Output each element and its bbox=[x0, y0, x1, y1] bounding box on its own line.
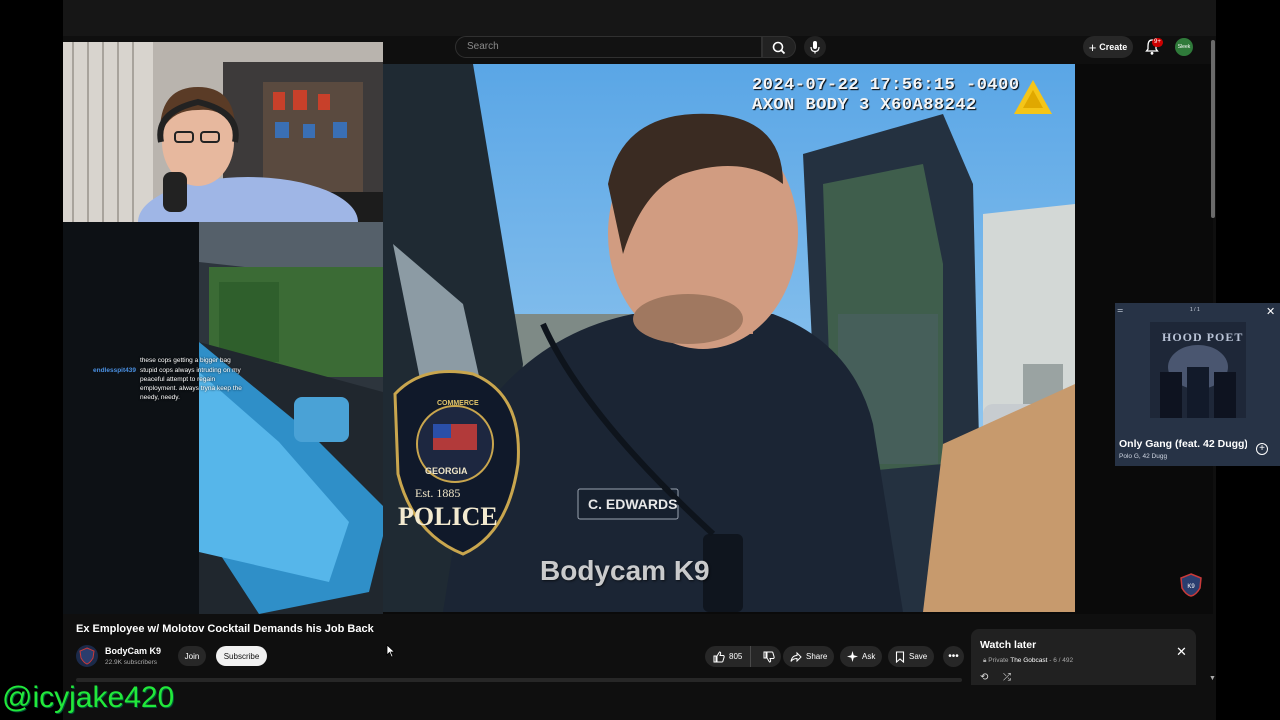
patch-top-text: COMMERCE bbox=[437, 400, 479, 407]
officer-nameplate: C. EDWARDS bbox=[588, 496, 678, 512]
thumbs-down-icon bbox=[763, 651, 776, 663]
album-art: HOOD POET bbox=[1150, 322, 1246, 418]
more-icon: ••• bbox=[948, 651, 959, 662]
subscriber-count: 22.9K subscribers bbox=[105, 659, 158, 666]
chat-message: endlesspit439 stupid cops always intrudi… bbox=[74, 366, 249, 402]
search-input[interactable] bbox=[455, 36, 762, 58]
mouse-cursor-icon bbox=[386, 644, 396, 658]
add-to-library-icon[interactable]: + bbox=[1256, 443, 1268, 455]
video-left-extension bbox=[199, 222, 383, 614]
share-button[interactable]: Share bbox=[783, 646, 835, 667]
patch-year-text: Est. 1885 bbox=[415, 486, 461, 500]
playlist-position: - 6 / 492 bbox=[1049, 657, 1074, 664]
shoulder-patch: COMMERCE GEORGIA Est. 1885 POLICE bbox=[395, 394, 525, 564]
subscribe-label: Subscribe bbox=[223, 651, 260, 661]
track-artist: Polo G, 42 Dugg bbox=[1119, 453, 1168, 460]
bodycam-device-id: AXON BODY 3 X60A88242 bbox=[752, 96, 977, 115]
avatar-label: Sleek bbox=[1177, 44, 1191, 50]
plus-icon: + bbox=[1088, 39, 1097, 55]
playlist-title[interactable]: Watch later bbox=[980, 639, 1036, 651]
share-icon bbox=[790, 651, 802, 662]
like-button[interactable]: 805 bbox=[705, 646, 752, 667]
search-placeholder: Search bbox=[467, 41, 499, 52]
like-dislike-group: 805 bbox=[705, 646, 781, 667]
channel-watermark-icon[interactable]: K9 bbox=[1178, 572, 1204, 598]
search-icon bbox=[772, 41, 786, 55]
create-button[interactable]: + Create bbox=[1083, 36, 1133, 58]
stream-chat: these cops getting a bigger bag endlessp… bbox=[74, 356, 249, 403]
chat-text: these cops getting a bigger bag bbox=[140, 357, 231, 364]
video-title: Ex Employee w/ Molotov Cocktail Demands … bbox=[76, 623, 374, 635]
svg-text:K9: K9 bbox=[1187, 584, 1195, 590]
channel-name[interactable]: BodyCam K9 bbox=[105, 646, 161, 656]
streamer-handle: @icyjake420 bbox=[2, 681, 175, 714]
like-count: 805 bbox=[729, 652, 743, 661]
join-label: Join bbox=[184, 651, 200, 661]
patch-state-text: GEORGIA bbox=[425, 466, 468, 476]
channel-avatar[interactable] bbox=[76, 645, 98, 667]
close-icon[interactable]: ✕ bbox=[1266, 305, 1275, 318]
page-scrollbar[interactable] bbox=[1211, 40, 1215, 218]
sliders-icon[interactable]: ⚌ bbox=[1117, 306, 1123, 314]
notification-badge: 9+ bbox=[1152, 38, 1163, 47]
bodycam-timestamp: 2024-07-22 17:56:15 -0400 bbox=[752, 76, 1020, 95]
mini-player-counter: 1 / 1 bbox=[1190, 307, 1200, 313]
album-art-text: HOOD POET bbox=[1162, 330, 1244, 344]
playlist-meta: 🔒︎ Private The Gobcast - 6 / 492 bbox=[983, 657, 1073, 665]
search-button[interactable] bbox=[762, 36, 796, 58]
playlist-privacy: Private bbox=[988, 657, 1009, 664]
patch-police-text: POLICE bbox=[398, 502, 498, 531]
sparkle-icon bbox=[847, 651, 858, 662]
thumbs-up-icon bbox=[713, 650, 725, 662]
streamer-webcam bbox=[63, 42, 383, 222]
ask-label: Ask bbox=[862, 652, 876, 661]
voice-search-button[interactable] bbox=[804, 36, 826, 58]
lock-icon: 🔒︎ bbox=[983, 657, 987, 664]
chat-text: stupid cops always intruding on my peace… bbox=[140, 367, 242, 401]
description-divider bbox=[76, 678, 962, 682]
bodycam-overlay: 2024-07-22 17:56:15 -0400 AXON BODY 3 X6… bbox=[752, 76, 1020, 116]
save-label: Save bbox=[909, 652, 928, 661]
loop-icon[interactable]: ⟲ bbox=[980, 672, 988, 683]
ask-button[interactable]: Ask bbox=[840, 646, 883, 667]
video-watermark: Bodycam K9 bbox=[540, 555, 710, 586]
account-avatar[interactable]: Sleek bbox=[1175, 38, 1193, 56]
browser-top-strip bbox=[63, 0, 1216, 36]
chat-username: endlesspit439 bbox=[93, 367, 136, 374]
shuffle-icon[interactable]: ⤮ bbox=[1003, 672, 1011, 683]
share-label: Share bbox=[806, 652, 828, 661]
axon-logo-icon bbox=[1014, 80, 1052, 114]
create-label: Create bbox=[1099, 42, 1128, 52]
join-button[interactable]: Join bbox=[178, 646, 206, 666]
chat-message: these cops getting a bigger bag bbox=[74, 356, 249, 365]
left-dark-region bbox=[63, 222, 199, 614]
chat-username bbox=[74, 356, 136, 365]
more-actions-button[interactable]: ••• bbox=[943, 646, 964, 667]
scroll-down-arrow-icon[interactable]: ▼ bbox=[1209, 675, 1216, 682]
subscribe-button[interactable]: Subscribe bbox=[216, 646, 267, 666]
dislike-button[interactable] bbox=[755, 646, 783, 667]
track-title: Only Gang (feat. 42 Dugg) bbox=[1119, 438, 1247, 450]
microphone-icon bbox=[810, 41, 820, 54]
bookmark-icon bbox=[895, 650, 905, 663]
save-button[interactable]: Save bbox=[888, 646, 935, 667]
playlist-owner[interactable]: The Gobcast bbox=[1010, 657, 1047, 664]
close-icon[interactable]: ✕ bbox=[1176, 644, 1187, 660]
